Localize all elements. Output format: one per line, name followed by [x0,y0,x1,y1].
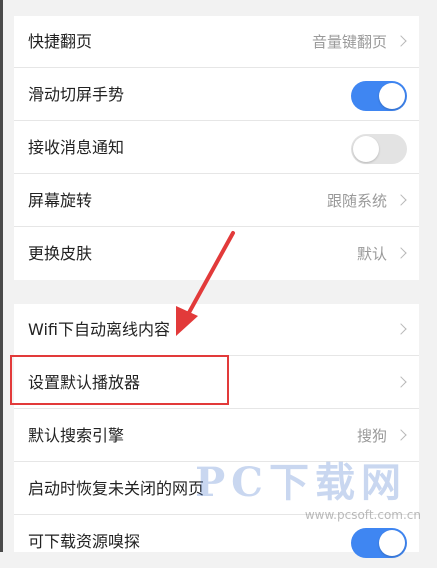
watermark-url: www.pcsoft.com.cn [304,508,421,522]
watermark-logo: PC下载网 [195,459,407,506]
